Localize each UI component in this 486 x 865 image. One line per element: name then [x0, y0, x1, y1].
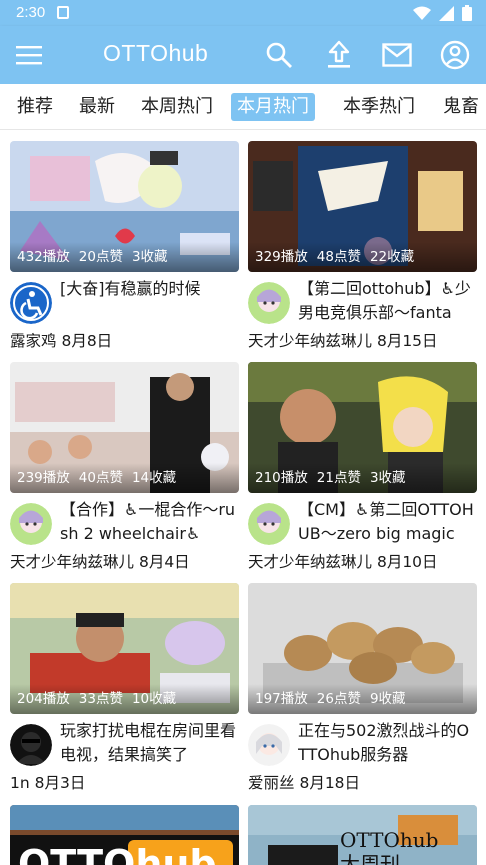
video-meta: 天才少年纳兹琳儿 8月4日: [10, 550, 190, 572]
video-thumbnail[interactable]: OTTOhub: [10, 805, 239, 865]
favorite-count: 10收藏: [131, 691, 177, 707]
favorite-count: 22收藏: [369, 249, 415, 265]
video-thumbnail[interactable]: 329播放 48点赞 22收藏: [248, 141, 477, 272]
video-title[interactable]: 正在与502激烈战斗的OTTOhub服务器: [298, 719, 478, 767]
video-card[interactable]: OTTOhub: [10, 805, 239, 865]
like-count: 40点赞: [78, 470, 123, 486]
upload-date: 8月4日: [138, 553, 190, 571]
author-name[interactable]: 爱丽丝: [248, 774, 295, 792]
author-name[interactable]: 露家鸡: [10, 332, 57, 350]
account-circle-icon[interactable]: [440, 40, 470, 70]
favorite-count: 3收藏: [369, 470, 406, 486]
author-name[interactable]: 天才少年纳兹琳儿: [10, 553, 134, 571]
like-count: 26点赞: [316, 691, 361, 707]
like-count: 33点赞: [78, 691, 123, 707]
video-card[interactable]: 210播放 21点赞 3收藏 【CM】♿第二回OTTOHUB～zero big …: [248, 362, 477, 572]
video-meta: 1n 8月3日: [10, 771, 85, 793]
video-title[interactable]: 【合作】♿一棍合作～rush 2 wheelchair♿: [60, 498, 240, 546]
video-meta: 爱丽丝 8月18日: [248, 771, 360, 793]
status-bar: 2:30: [0, 0, 486, 26]
view-count: 210播放: [255, 470, 308, 486]
video-thumbnail[interactable]: 197播放 26点赞 9收藏: [248, 583, 477, 714]
upload-date: 8月15日: [376, 332, 438, 350]
video-thumbnail[interactable]: 432播放 20点赞 3收藏: [10, 141, 239, 272]
battery-icon: [462, 5, 472, 21]
author-name[interactable]: 天才少年纳兹琳儿: [248, 553, 372, 571]
category-tabs: 推荐 最新 本周热门 本月热门 本季热门 鬼畜: [0, 84, 486, 130]
avatar[interactable]: [10, 503, 52, 545]
video-meta: 天才少年纳兹琳儿 8月10日: [248, 550, 438, 572]
status-time: 2:30: [16, 4, 46, 21]
favorite-count: 14收藏: [131, 470, 177, 486]
video-card[interactable]: 239播放 40点赞 14收藏 【合作】♿一棍合作～rush 2 wheelch…: [10, 362, 239, 572]
video-title[interactable]: 【第二回ottohub】♿少男电竞俱乐部～fanta: [298, 277, 478, 325]
tab-weekly-hot[interactable]: 本周热门: [141, 93, 213, 121]
search-icon[interactable]: [264, 40, 294, 70]
mail-icon[interactable]: [382, 40, 412, 70]
like-count: 21点赞: [316, 470, 361, 486]
upload-date: 8月3日: [34, 774, 86, 792]
upload-icon[interactable]: [324, 40, 354, 70]
video-stats: 432播放 20点赞 3收藏: [10, 242, 239, 272]
avatar[interactable]: [10, 724, 52, 766]
video-thumbnail[interactable]: 204播放 33点赞 10收藏: [10, 583, 239, 714]
upload-date: 8月10日: [376, 553, 438, 571]
video-thumbnail[interactable]: 210播放 21点赞 3收藏: [248, 362, 477, 493]
cell-signal-icon: [439, 5, 454, 21]
view-count: 329播放: [255, 249, 308, 265]
tab-kichiku[interactable]: 鬼畜: [443, 93, 479, 121]
video-thumbnail[interactable]: 239播放 40点赞 14收藏: [10, 362, 239, 493]
thumbnail-text: OTTOhub: [18, 842, 217, 865]
like-count: 48点赞: [316, 249, 361, 265]
thumbnail-text: OTTOhub: [340, 828, 438, 852]
tab-latest[interactable]: 最新: [79, 93, 115, 121]
upload-date: 8月18日: [299, 774, 361, 792]
author-name[interactable]: 天才少年纳兹琳儿: [248, 332, 372, 350]
notification-icon: [57, 6, 69, 19]
video-title[interactable]: 玩家打扰电棍在房间里看电视，结果搞笑了: [60, 719, 240, 767]
video-stats: 239播放 40点赞 14收藏: [10, 463, 239, 493]
status-icons: [413, 5, 472, 21]
tab-recommend[interactable]: 推荐: [17, 93, 53, 121]
favorite-count: 3收藏: [131, 249, 168, 265]
tab-season-hot[interactable]: 本季热门: [343, 93, 415, 121]
video-card[interactable]: 432播放 20点赞 3收藏 [大奋]有稳赢的时候 露家鸡 8月8日: [10, 141, 239, 351]
avatar[interactable]: [248, 724, 290, 766]
app-bar: OTTOhub: [0, 26, 486, 84]
video-stats: 329播放 48点赞 22收藏: [248, 242, 477, 272]
avatar[interactable]: [10, 282, 52, 324]
author-name[interactable]: 1n: [10, 774, 30, 792]
video-meta: 天才少年纳兹琳儿 8月15日: [248, 329, 438, 351]
like-count: 20点赞: [78, 249, 123, 265]
upload-date: 8月8日: [61, 332, 113, 350]
hamburger-menu-icon[interactable]: [14, 40, 44, 70]
video-thumbnail[interactable]: OTTOhub 大周刊: [248, 805, 477, 865]
video-stats: 204播放 33点赞 10收藏: [10, 684, 239, 714]
wifi-icon: [413, 6, 431, 20]
video-stats: 197播放 26点赞 9收藏: [248, 684, 477, 714]
video-card[interactable]: 197播放 26点赞 9收藏 正在与502激烈战斗的OTTOhub服务器 爱丽丝…: [248, 583, 477, 793]
avatar[interactable]: [248, 282, 290, 324]
video-meta: 露家鸡 8月8日: [10, 329, 112, 351]
tab-monthly-hot[interactable]: 本月热门: [231, 93, 315, 121]
view-count: 432播放: [17, 249, 70, 265]
thumbnail-subtext: 大周刊: [340, 852, 400, 865]
video-card[interactable]: 204播放 33点赞 10收藏 玩家打扰电棍在房间里看电视，结果搞笑了 1n 8…: [10, 583, 239, 793]
video-card[interactable]: OTTOhub 大周刊: [248, 805, 477, 865]
favorite-count: 9收藏: [369, 691, 406, 707]
view-count: 239播放: [17, 470, 70, 486]
view-count: 204播放: [17, 691, 70, 707]
video-card[interactable]: 329播放 48点赞 22收藏 【第二回ottohub】♿少男电竞俱乐部～fan…: [248, 141, 477, 351]
video-stats: 210播放 21点赞 3收藏: [248, 463, 477, 493]
view-count: 197播放: [255, 691, 308, 707]
app-title: OTTOhub: [103, 40, 209, 66]
video-title[interactable]: [大奋]有稳赢的时候: [60, 277, 240, 325]
video-title[interactable]: 【CM】♿第二回OTTOHUB～zero big magic: [298, 498, 478, 546]
avatar[interactable]: [248, 503, 290, 545]
